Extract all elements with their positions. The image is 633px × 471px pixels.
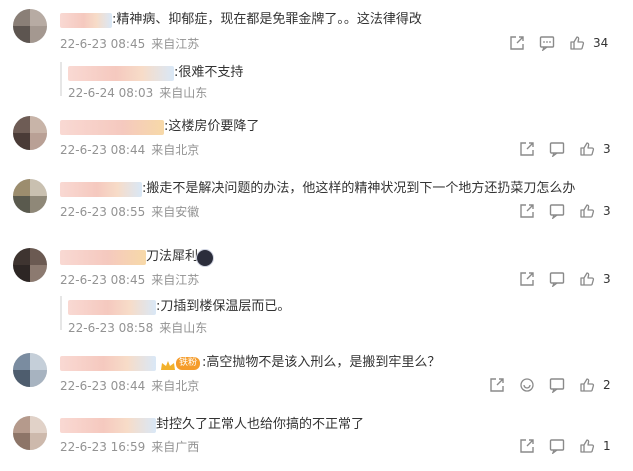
comment-date: 22-6-23 08:45 <box>60 37 146 51</box>
like-count: 1 <box>603 439 611 453</box>
username[interactable] <box>68 300 156 315</box>
comment-actions: 3 <box>519 141 619 157</box>
comment-actions: 3 <box>519 271 619 287</box>
username[interactable] <box>60 356 156 371</box>
like-count: 3 <box>603 272 611 286</box>
like-icon[interactable] <box>579 203 595 219</box>
comment-date: 22-6-23 08:45 <box>60 273 146 287</box>
comment-location: 来自广西 <box>151 440 200 454</box>
retweet-icon[interactable] <box>519 377 535 393</box>
comment-location: 来自北京 <box>151 379 200 393</box>
comment-actions: 3 <box>519 203 619 219</box>
comment-meta: 22-6-23 08:45 来自江苏 <box>60 37 205 51</box>
comment-icon[interactable] <box>549 203 565 219</box>
avatar[interactable] <box>13 179 47 213</box>
like-icon[interactable] <box>579 438 595 454</box>
username[interactable] <box>60 418 156 433</box>
crown-icon <box>160 357 176 370</box>
like-icon[interactable] <box>579 271 595 287</box>
comment-text: 封控久了正常人也给你搞的不正常了 <box>156 417 365 432</box>
comment-meta: 22-6-23 08:44 来自北京 <box>60 379 205 393</box>
comment-date: 22-6-23 08:58 <box>68 321 154 335</box>
comment-actions: 34 <box>509 35 619 51</box>
comment-text: :很难不支持 <box>174 65 244 80</box>
comment-date: 22-6-23 16:59 <box>60 440 146 454</box>
comment-meta: 22-6-23 08:45 来自江苏 <box>60 273 205 287</box>
like-count: 2 <box>603 378 611 392</box>
comment-location: 来自山东 <box>159 321 208 335</box>
avatar[interactable] <box>13 9 47 43</box>
share-icon[interactable] <box>489 377 505 393</box>
comment-text: 刀法犀利 <box>146 249 199 264</box>
comment-meta: 22-6-23 08:55 来自安徽 <box>60 205 205 219</box>
like-icon[interactable] <box>579 141 595 157</box>
comment-location: 来自山东 <box>159 86 208 100</box>
comment-actions: 2 <box>489 377 619 393</box>
fan-badge: 铁粉 <box>176 357 201 370</box>
username[interactable] <box>60 13 112 28</box>
avatar[interactable] <box>13 248 47 282</box>
comment-meta: 22-6-23 16:59 来自广西 <box>60 440 205 454</box>
comment-text: :刀插到楼保温层而已。 <box>156 299 291 314</box>
comment-location: 来自江苏 <box>151 273 200 287</box>
comment-text: :精神病、抑郁症，现在都是免罪金牌了。。这法律得改 <box>112 12 422 27</box>
comment-date: 22-6-24 08:03 <box>68 86 154 100</box>
like-count: 34 <box>593 36 609 50</box>
username[interactable] <box>60 250 146 265</box>
comment-date: 22-6-23 08:55 <box>60 205 146 219</box>
comment-actions: 1 <box>519 438 619 454</box>
comment-icon[interactable] <box>549 438 565 454</box>
share-icon[interactable] <box>519 271 535 287</box>
comment-icon[interactable] <box>549 141 565 157</box>
comment-meta: 22-6-23 08:44 来自北京 <box>60 143 205 157</box>
comment-date: 22-6-23 08:44 <box>60 143 146 157</box>
comment-meta: 22-6-23 08:58 来自山东 <box>68 321 213 335</box>
username[interactable] <box>60 182 142 197</box>
reply-divider <box>60 62 62 96</box>
like-icon[interactable] <box>569 35 585 51</box>
share-icon[interactable] <box>519 203 535 219</box>
comment-location: 来自江苏 <box>151 37 200 51</box>
like-icon[interactable] <box>579 377 595 393</box>
comment-text: :高空抛物不是该入刑么，是搬到牢里么？ <box>202 355 441 370</box>
comment-location: 来自安徽 <box>151 205 200 219</box>
comment-meta: 22-6-24 08:03 来自山东 <box>68 86 213 100</box>
comment-icon[interactable] <box>539 35 555 51</box>
comment-icon[interactable] <box>549 377 565 393</box>
like-count: 3 <box>603 204 611 218</box>
reply-divider <box>60 296 62 330</box>
comment-text: :搬走不是解决问题的办法，他这样的精神状况到下一个地方还扔菜刀怎么办 <box>142 181 576 196</box>
emoji-icon <box>196 249 214 267</box>
comment-date: 22-6-23 08:44 <box>60 379 146 393</box>
comment-icon[interactable] <box>549 271 565 287</box>
comment-location: 来自北京 <box>151 143 200 157</box>
avatar[interactable] <box>13 116 47 150</box>
share-icon[interactable] <box>519 141 535 157</box>
avatar[interactable] <box>13 353 47 387</box>
share-icon[interactable] <box>509 35 525 51</box>
like-count: 3 <box>603 142 611 156</box>
share-icon[interactable] <box>519 438 535 454</box>
avatar[interactable] <box>13 416 47 450</box>
comment-text: :这楼房价要降了 <box>164 119 260 134</box>
username[interactable] <box>60 120 164 135</box>
username[interactable] <box>68 66 174 81</box>
